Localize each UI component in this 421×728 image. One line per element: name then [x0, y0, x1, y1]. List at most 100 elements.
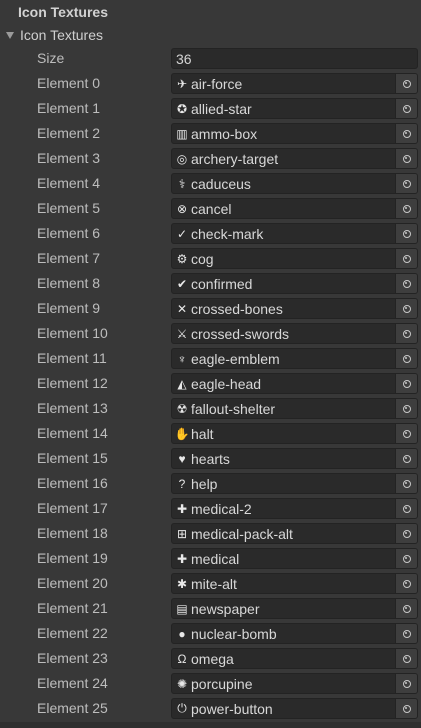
target-picker-icon — [402, 229, 411, 238]
texture-object-field[interactable]: ✚ medical — [171, 548, 418, 569]
object-picker-button[interactable] — [395, 374, 417, 393]
size-input[interactable]: 36 — [171, 48, 418, 69]
object-picker-button[interactable] — [395, 299, 417, 318]
texture-object-field[interactable]: ✋ halt — [171, 423, 418, 444]
inspector-panel: Icon Textures Icon Textures Size 36 Elem… — [0, 0, 421, 721]
object-picker-button[interactable] — [395, 624, 417, 643]
ammo-box-icon: ▥ — [176, 126, 188, 141]
texture-object-field[interactable]: ✔ confirmed — [171, 273, 418, 294]
texture-object-field[interactable]: Ωomega — [171, 648, 418, 669]
texture-object-field[interactable]: ☢ fallout-shelter — [171, 398, 418, 419]
object-picker-button[interactable] — [395, 549, 417, 568]
element-row: Element 11 ♆ eagle-emblem — [0, 346, 421, 371]
object-picker-button[interactable] — [395, 674, 417, 693]
texture-name: crossed-swords — [191, 325, 290, 342]
texture-name: eagle-head — [191, 375, 262, 392]
element-row: Element 0 ✈ air-force — [0, 71, 421, 96]
element-row: Element 22 ● nuclear-bomb — [0, 621, 421, 646]
object-picker-button[interactable] — [395, 399, 417, 418]
texture-name: medical-pack-alt — [191, 525, 293, 542]
texture-name: caduceus — [191, 175, 251, 192]
element-label: Element 15 — [37, 450, 108, 466]
target-picker-icon — [402, 429, 411, 438]
element-row: Element 3 ◎ archery-target — [0, 146, 421, 171]
texture-object-field[interactable]: ▥ ammo-box — [171, 123, 418, 144]
texture-object-field[interactable]: ✚ medical-2 — [171, 498, 418, 519]
object-picker-button[interactable] — [395, 574, 417, 593]
texture-object-field[interactable]: ✪ allied-star — [171, 98, 418, 119]
object-picker-button[interactable] — [395, 199, 417, 218]
texture-object-field[interactable]: ✕ crossed-bones — [171, 298, 418, 319]
nuclear-bomb-icon: ● — [178, 626, 186, 641]
texture-object-field[interactable]: ◎ archery-target — [171, 148, 418, 169]
crossed-swords-icon: ⚔ — [176, 326, 188, 341]
texture-object-field[interactable]: ▤ newspaper — [171, 598, 418, 619]
element-list: Element 0 ✈ air-force Element 1 ✪ allied-star… — [0, 71, 421, 721]
element-row: Element 10 ⚔ crossed-swords — [0, 321, 421, 346]
object-picker-button[interactable] — [395, 174, 417, 193]
target-picker-icon — [402, 579, 411, 588]
target-picker-icon — [402, 554, 411, 563]
object-picker-button[interactable] — [395, 149, 417, 168]
object-picker-button[interactable] — [395, 424, 417, 443]
texture-name: eagle-emblem — [191, 350, 280, 367]
icon-textures-foldout[interactable]: Icon Textures — [0, 24, 421, 46]
texture-object-field[interactable]: ◭ eagle-head — [171, 373, 418, 394]
hearts-icon: ♥ — [178, 451, 186, 466]
object-picker-button[interactable] — [395, 449, 417, 468]
texture-name: porcupine — [191, 675, 253, 692]
texture-object-field[interactable]: ⚙ cog — [171, 248, 418, 269]
texture-object-field[interactable]: ✓ check-mark — [171, 223, 418, 244]
target-picker-icon — [402, 404, 411, 413]
element-row: Element 20 ✱ mite-alt — [0, 571, 421, 596]
target-picker-icon — [402, 154, 411, 163]
power-button-icon: ⏻ — [177, 701, 187, 715]
texture-object-field[interactable]: ? help — [171, 473, 418, 494]
target-picker-icon — [402, 79, 411, 88]
object-picker-button[interactable] — [395, 124, 417, 143]
size-value[interactable]: 36 — [172, 51, 192, 67]
object-picker-button[interactable] — [395, 474, 417, 493]
texture-object-field[interactable]: ✈ air-force — [171, 73, 418, 94]
object-picker-button[interactable] — [395, 499, 417, 518]
texture-object-field[interactable]: ⏻ power-button — [171, 698, 418, 719]
texture-object-field[interactable]: ● nuclear-bomb — [171, 623, 418, 644]
object-picker-button[interactable] — [395, 524, 417, 543]
texture-object-field[interactable]: ♥ hearts — [171, 448, 418, 469]
texture-name: archery-target — [191, 150, 279, 167]
object-picker-button[interactable] — [395, 224, 417, 243]
texture-object-field[interactable]: ♆ eagle-emblem — [171, 348, 418, 369]
element-label: Element 16 — [37, 475, 108, 491]
texture-name: halt — [191, 425, 214, 442]
texture-object-field[interactable]: ⚔ crossed-swords — [171, 323, 418, 344]
element-label: Element 0 — [37, 75, 101, 91]
medical-pack-alt-icon: ⊞ — [176, 526, 188, 541]
texture-object-field[interactable]: ✺ porcupine — [171, 673, 418, 694]
object-picker-button[interactable] — [395, 74, 417, 93]
object-picker-button[interactable] — [395, 649, 417, 668]
target-picker-icon — [402, 104, 411, 113]
element-row: Element 6 ✓ check-mark — [0, 221, 421, 246]
element-label: Element 9 — [37, 300, 101, 316]
foldout-arrow-icon[interactable] — [6, 31, 14, 39]
object-picker-button[interactable] — [395, 99, 417, 118]
texture-object-field[interactable]: ⊗ cancel — [171, 198, 418, 219]
element-row: Element 8 ✔ confirmed — [0, 271, 421, 296]
texture-object-field[interactable]: ⚕ caduceus — [171, 173, 418, 194]
object-picker-button[interactable] — [395, 699, 417, 718]
texture-name: air-force — [191, 75, 243, 92]
object-picker-button[interactable] — [395, 599, 417, 618]
object-picker-button[interactable] — [395, 349, 417, 368]
crossed-bones-icon: ✕ — [176, 301, 188, 316]
texture-name: fallout-shelter — [191, 400, 276, 417]
element-row: Element 2 ▥ ammo-box — [0, 121, 421, 146]
texture-name: check-mark — [191, 225, 264, 242]
element-label: Element 10 — [37, 325, 108, 341]
object-picker-button[interactable] — [395, 249, 417, 268]
texture-object-field[interactable]: ⊞ medical-pack-alt — [171, 523, 418, 544]
target-picker-icon — [402, 304, 411, 313]
object-picker-button[interactable] — [395, 274, 417, 293]
texture-name: newspaper — [191, 600, 260, 617]
texture-object-field[interactable]: ✱ mite-alt — [171, 573, 418, 594]
object-picker-button[interactable] — [395, 324, 417, 343]
